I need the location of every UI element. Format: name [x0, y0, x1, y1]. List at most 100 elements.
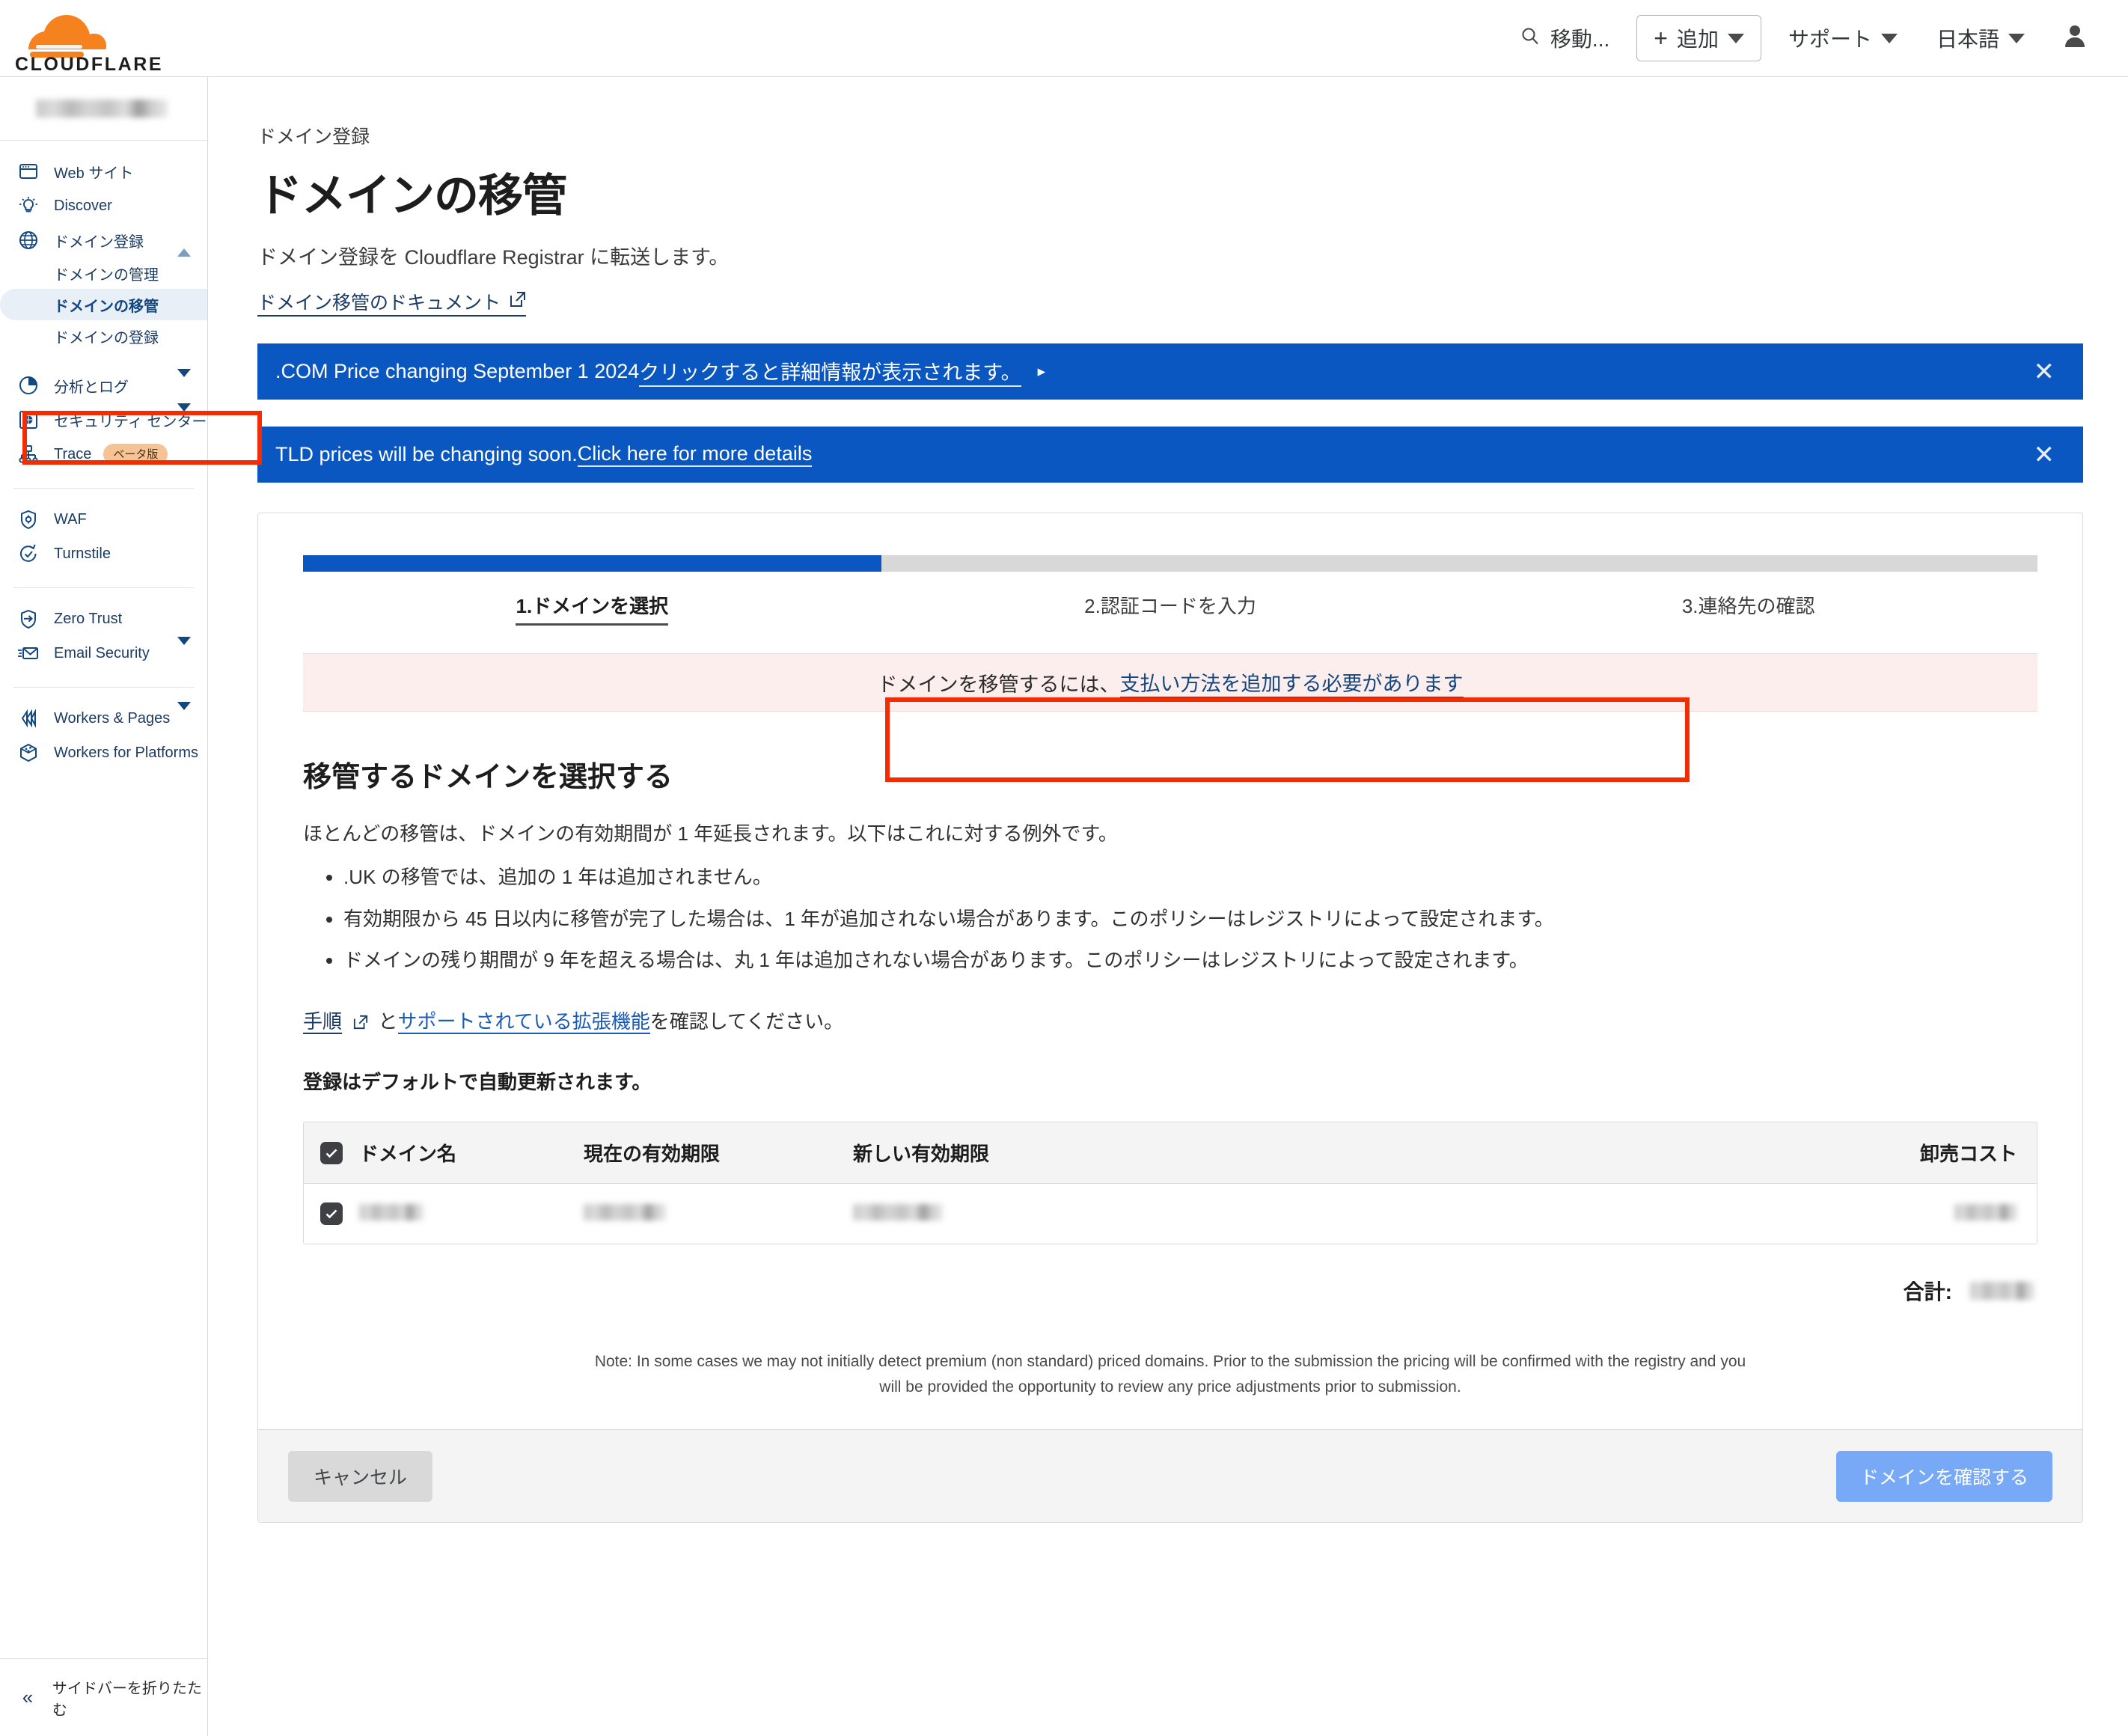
- chevron-right-icon: ▸: [1037, 363, 1046, 380]
- logo-wordmark: CLOUDFLARE: [15, 54, 163, 72]
- payment-method-alert: ドメインを移管するには、 支払い方法を追加する必要があります: [303, 653, 2037, 712]
- select-all-checkbox[interactable]: [304, 1141, 359, 1164]
- sidebar-subitem-register-domain[interactable]: ドメインの登録: [0, 320, 207, 352]
- chevron-down-icon[interactable]: [177, 701, 191, 727]
- sidebar-subitem-label: ドメインの登録: [54, 329, 159, 346]
- wizard-stepper: 1.ドメインを選択 2.認証コードを入力 3.連絡先の確認: [303, 555, 2038, 626]
- autorenew-note: 登録はデフォルトで自動更新されます。: [303, 1071, 652, 1094]
- banner-details-link[interactable]: クリックすると詳細情報が表示されます。: [639, 356, 1021, 387]
- sidebar-item-zero-trust[interactable]: Zero Trust: [0, 602, 207, 636]
- alert-prefix-text: ドメインを移管するには、: [877, 673, 1120, 696]
- support-menu[interactable]: サポート: [1769, 23, 1917, 53]
- plus-icon: +: [1654, 25, 1668, 52]
- chevrons-left-icon: «: [22, 1686, 34, 1708]
- total-row: 合計:: [303, 1276, 2037, 1306]
- top-nav-actions: 移動... + 追加 サポート 日本語: [1501, 15, 2128, 61]
- external-link-icon: [342, 1010, 378, 1033]
- chevron-down-icon[interactable]: [177, 403, 191, 429]
- sidebar-item-analytics-logs[interactable]: 分析とログ: [0, 368, 207, 403]
- sidebar-item-trace[interactable]: Trace ベータ版: [0, 437, 207, 471]
- top-navigation-bar: CLOUDFLARE 移動... + 追加 サポート 日本語: [0, 0, 2128, 77]
- step-label: 3.連絡先の確認: [1681, 595, 1815, 617]
- transfer-docs-link[interactable]: ドメイン移管のドキュメント: [257, 288, 527, 317]
- sidebar-item-label: Discover: [54, 197, 112, 214]
- wizard-step-3[interactable]: 3.連絡先の確認: [1459, 555, 2038, 619]
- sidebar-item-turnstile[interactable]: Turnstile: [0, 537, 207, 571]
- sidebar-item-label: Web サイト: [54, 165, 134, 182]
- sidebar-item-label: Turnstile: [54, 545, 111, 562]
- premium-pricing-note: Note: In some cases we may not initially…: [594, 1353, 1746, 1396]
- cell-domain-name: [359, 1203, 584, 1224]
- account-name-redacted: [36, 100, 168, 117]
- sidebar-item-domain-registration[interactable]: ドメイン登録: [0, 223, 207, 257]
- tld-price-change-banner: TLD prices will be changing soon. Click …: [257, 427, 2083, 483]
- chevron-down-icon: [1880, 33, 1898, 43]
- user-icon: [2064, 24, 2086, 53]
- domains-table: ドメイン名 現在の有効期限 新しい有効期限 卸売コスト: [303, 1122, 2037, 1245]
- help-links-line: 手順 とサポートされている拡張機能を確認してください。: [303, 1006, 2037, 1035]
- pie-chart-icon: [13, 376, 43, 395]
- sidebar-item-label: Workers & Pages: [54, 709, 171, 727]
- workers-icon: [13, 709, 43, 728]
- cloudflare-logo[interactable]: CLOUDFLARE: [13, 3, 201, 74]
- sidebar-subitem-manage-domains[interactable]: ドメインの管理: [0, 257, 207, 289]
- page-subtitle: ドメイン登録を Cloudflare Registrar に転送します。: [257, 246, 730, 269]
- sidebar-item-security-center[interactable]: セキュリティ センター: [0, 403, 207, 437]
- sidebar-item-domain-transfer[interactable]: ドメインの移管: [0, 289, 207, 320]
- breadcrumb: ドメイン登録: [257, 126, 370, 147]
- sidebar-divider: [13, 587, 194, 588]
- sidebar-item-discover[interactable]: Discover: [0, 189, 207, 223]
- close-icon[interactable]: ✕: [2034, 442, 2055, 468]
- sidebar-item-email-security[interactable]: Email Security: [0, 636, 207, 670]
- wizard-step-2[interactable]: 2.認証コードを入力: [881, 555, 1460, 619]
- column-header-domain-name: ドメイン名: [359, 1143, 457, 1166]
- chevron-down-icon: [1727, 33, 1744, 43]
- banner-details-link[interactable]: Click here for more details: [577, 442, 813, 467]
- lightbulb-icon: [13, 196, 43, 216]
- table-header-row: ドメイン名 現在の有効期限 新しい有効期限 卸売コスト: [304, 1122, 2037, 1185]
- add-payment-method-link[interactable]: 支払い方法を追加する必要があります: [1119, 667, 1464, 698]
- instructions-link[interactable]: 手順: [303, 1010, 343, 1035]
- language-menu[interactable]: 日本語: [1917, 23, 2044, 53]
- checkbox-checked-icon: [320, 1202, 343, 1226]
- sidebar-item-workers-pages[interactable]: Workers & Pages: [0, 701, 207, 736]
- cube-icon: [13, 743, 43, 762]
- sidebar-subitem-label: ドメインの管理: [54, 266, 159, 284]
- sidebar-item-websites[interactable]: Web サイト: [0, 154, 207, 189]
- list-item: 有効期限から 45 日以内に移管が完了した場合は、1 年が追加されない場合があり…: [343, 904, 2037, 935]
- language-label: 日本語: [1936, 28, 1999, 51]
- trace-nodes-icon: [13, 444, 43, 464]
- collapse-sidebar-button[interactable]: « サイドバーを折りたたむ: [0, 1658, 208, 1736]
- section-intro: ほとんどの移管は、ドメインの有効期間が 1 年延長されます。以下はこれに対する例…: [303, 822, 1118, 845]
- chevron-up-icon[interactable]: [177, 231, 191, 257]
- close-icon[interactable]: ✕: [2034, 359, 2055, 385]
- beta-badge: ベータ版: [103, 444, 168, 465]
- table-row[interactable]: [304, 1184, 2037, 1244]
- step-progress-bar: [881, 555, 1460, 572]
- sidebar-item-waf[interactable]: WAF: [0, 502, 207, 537]
- account-selector[interactable]: [0, 77, 207, 141]
- sidebar-item-label: Email Security: [54, 644, 150, 661]
- global-search[interactable]: 移動...: [1501, 23, 1629, 53]
- add-button[interactable]: + 追加: [1636, 15, 1761, 61]
- column-header-current-expiry: 現在の有効期限: [584, 1143, 721, 1166]
- sidebar-item-label: WAF: [54, 510, 87, 528]
- chevron-down-icon[interactable]: [177, 636, 191, 662]
- add-label: 追加: [1676, 28, 1719, 51]
- sidebar-item-label: Zero Trust: [54, 610, 123, 627]
- step-progress-bar: [303, 555, 881, 572]
- external-link-icon: [510, 291, 526, 312]
- sidebar-item-workers-for-platforms[interactable]: Workers for Platforms: [0, 736, 207, 770]
- sidebar: Web サイト Discover ドメイン登録 ドメインの管理 ドメインの移管 …: [0, 77, 208, 1736]
- account-menu[interactable]: [2044, 24, 2106, 53]
- confirm-domains-button[interactable]: ドメインを確認する: [1835, 1450, 2052, 1502]
- row-checkbox[interactable]: [304, 1202, 359, 1226]
- redacted-value: [584, 1203, 666, 1220]
- wizard-step-1[interactable]: 1.ドメインを選択: [303, 555, 881, 626]
- chevron-down-icon[interactable]: [177, 368, 191, 394]
- cancel-button[interactable]: キャンセル: [288, 1450, 433, 1502]
- shield-gear-icon: [13, 510, 43, 529]
- column-header-wholesale-cost: 卸売コスト: [1919, 1143, 2017, 1166]
- browser-window-icon: [13, 162, 43, 181]
- supported-extensions-link[interactable]: サポートされている拡張機能: [397, 1010, 650, 1035]
